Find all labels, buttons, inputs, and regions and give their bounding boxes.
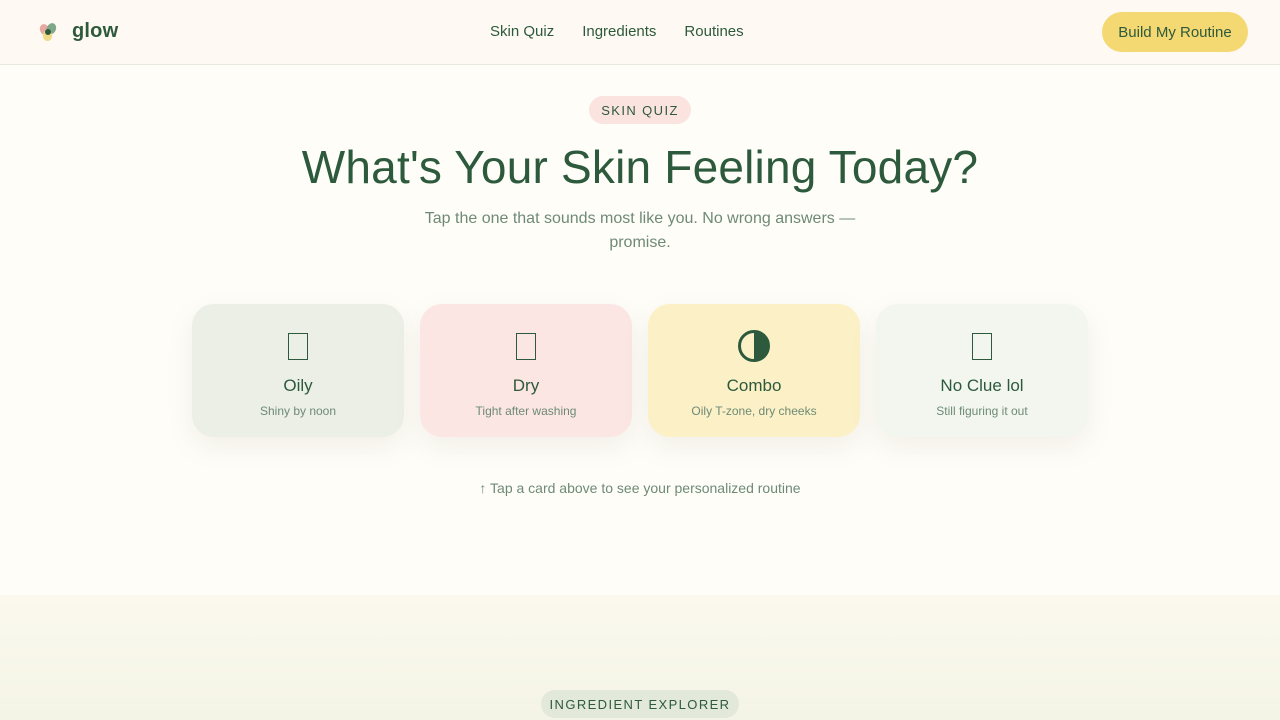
nav-link-routines[interactable]: Routines (684, 23, 743, 40)
skin-card-dry[interactable]: Dry Tight after washing (420, 304, 632, 437)
skin-card-oily[interactable]: Oily Shiny by noon (192, 304, 404, 437)
card-title: Combo (726, 376, 782, 395)
brand-logo[interactable]: glow (38, 20, 118, 43)
build-my-routine-button[interactable]: Build My Routine (1102, 12, 1248, 52)
nav-link-skin-quiz[interactable]: Skin Quiz (490, 23, 554, 40)
card-title: No Clue lol (940, 376, 1024, 395)
ingredient-explorer-badge: INGREDIENT EXPLORER (541, 690, 739, 718)
card-description: Still figuring it out (936, 404, 1028, 418)
main-nav: Skin Quiz Ingredients Routines (490, 23, 744, 40)
card-description: Oily T-zone, dry cheeks (691, 404, 817, 418)
page-title: What's Your Skin Feeling Today? (301, 141, 979, 193)
skin-card-combo[interactable]: Combo Oily T-zone, dry cheeks (648, 304, 860, 437)
missing-glyph-icon (966, 330, 998, 362)
nav-link-ingredients[interactable]: Ingredients (582, 23, 656, 40)
skin-type-options: Oily Shiny by noon Dry Tight after washi… (192, 304, 1088, 437)
card-description: Tight after washing (475, 404, 577, 418)
brand-name: glow (72, 20, 119, 42)
skin-card-no-clue[interactable]: No Clue lol Still figuring it out (876, 304, 1088, 437)
section-badge: SKIN QUIZ (589, 96, 691, 124)
page-subtitle: Tap the one that sounds most like you. N… (424, 210, 856, 251)
top-navigation-bar: glow Skin Quiz Ingredients Routines Buil… (0, 0, 1280, 65)
missing-glyph-icon (510, 330, 542, 362)
selection-hint: ↑ Tap a card above to see your personali… (479, 480, 801, 496)
card-title: Oily (283, 376, 313, 395)
missing-glyph-icon (282, 330, 314, 362)
card-title: Dry (512, 376, 540, 395)
half-circle-icon (738, 330, 770, 362)
flower-logo-icon (38, 21, 58, 42)
card-description: Shiny by noon (259, 404, 337, 418)
